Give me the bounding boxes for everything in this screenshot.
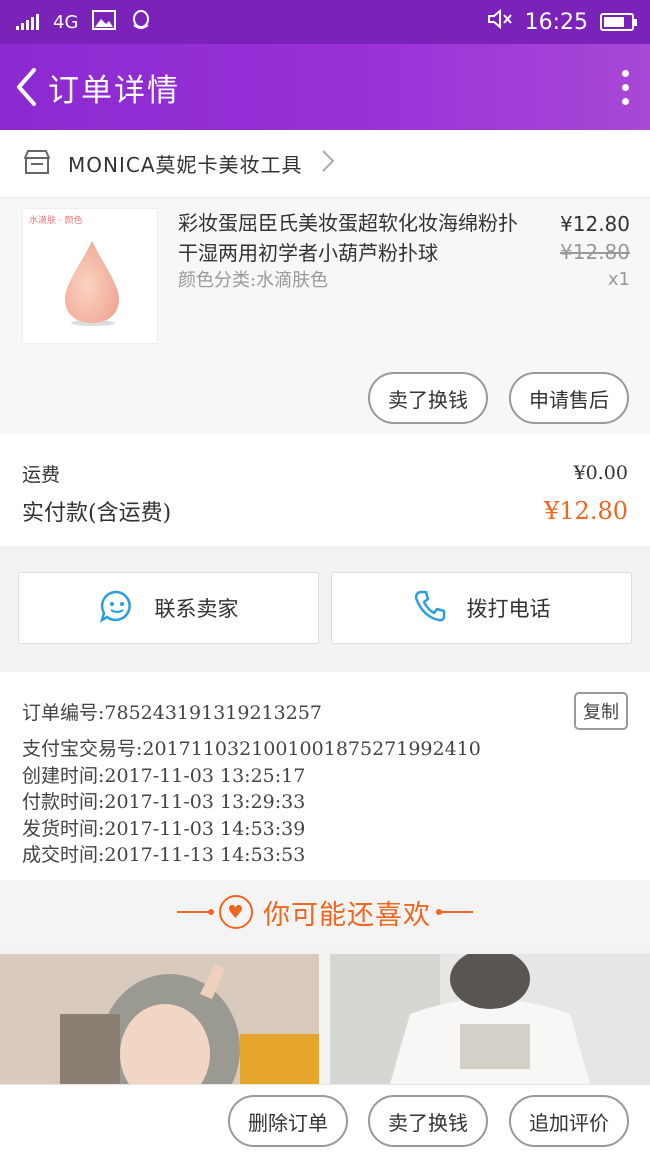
product-image-caption: 水滴肤 · 颜色 <box>29 216 83 226</box>
store-icon <box>22 149 52 179</box>
shipped-time: 发货时间:2017-11-03 14:53:39 <box>22 817 306 840</box>
recommend-header: ♥ 你可能还喜欢 <box>0 880 650 944</box>
network-type: 4G <box>53 11 79 33</box>
mute-icon <box>487 8 513 36</box>
phone-icon <box>413 589 447 628</box>
product-variant: 颜色分类:水滴肤色 <box>178 270 329 291</box>
more-menu-button[interactable] <box>600 44 650 130</box>
completed-time: 成交时间:2017-11-13 14:53:53 <box>22 844 306 866</box>
product-original-price: ¥12.80 <box>560 240 630 264</box>
recommend-grid <box>0 954 650 1084</box>
paid-time: 付款时间:2017-11-03 13:29:33 <box>22 791 306 813</box>
signal-icon <box>16 14 39 30</box>
resell-button[interactable]: 卖了换钱 <box>368 372 488 424</box>
order-number: 订单编号:785243191319213257 <box>22 702 322 724</box>
recommend-item-image[interactable] <box>0 954 319 1084</box>
add-review-button[interactable]: 追加评价 <box>509 1095 629 1147</box>
clock: 16:25 <box>524 9 588 35</box>
resell-bottom-button[interactable]: 卖了换钱 <box>368 1095 488 1147</box>
status-bar: 4G 16:25 <box>0 0 650 44</box>
recommend-title: 你可能还喜欢 <box>263 899 431 931</box>
image-icon <box>92 9 117 35</box>
page-title: 订单详情 <box>48 72 180 109</box>
product-image[interactable]: 水滴肤 · 颜色 <box>22 208 158 344</box>
contact-seller-label: 联系卖家 <box>154 597 239 621</box>
shipping-label: 运费 <box>22 463 61 486</box>
chat-icon <box>99 589 135 628</box>
call-phone-label: 拨打电话 <box>466 597 551 621</box>
shop-name: MONICA莫妮卡美妆工具 <box>68 153 303 177</box>
chevron-left-icon <box>17 68 36 106</box>
shipping-value: ¥0.00 <box>573 462 628 484</box>
fee-summary: 运费 ¥0.00 实付款(含运费) ¥12.80 <box>0 434 650 546</box>
recommend-item-image[interactable] <box>330 954 650 1084</box>
product-price-block: ¥12.80 ¥12.80 x1 <box>560 210 630 294</box>
makeup-sponge-image <box>65 241 119 326</box>
product-quantity: x1 <box>607 269 630 290</box>
contact-row: 联系卖家 拨打电话 <box>0 564 650 654</box>
product-card: 水滴肤 · 颜色 彩妆蛋屈臣氏美妆蛋超软化妆海绵粉扑干湿两用初学者小葫芦粉扑球 … <box>0 198 650 434</box>
product-title[interactable]: 彩妆蛋屈臣氏美妆蛋超软化妆海绵粉扑干湿两用初学者小葫芦粉扑球 <box>178 208 518 268</box>
heart-icon: ♥ <box>219 895 253 929</box>
battery-icon <box>600 13 637 31</box>
call-phone-button[interactable]: 拨打电话 <box>331 572 632 644</box>
created-time: 创建时间:2017-11-03 13:25:17 <box>22 764 306 787</box>
contact-seller-button[interactable]: 联系卖家 <box>18 572 319 644</box>
nav-bar: 订单详情 <box>0 44 650 130</box>
bottom-action-bar: 删除订单 卖了换钱 追加评价 <box>0 1084 650 1155</box>
order-info: 订单编号:785243191319213257 支付宝交易号:201711032… <box>0 672 650 880</box>
paid-label: 实付款(含运费) <box>22 501 172 526</box>
qq-icon <box>130 9 152 36</box>
alipay-trade-number: 支付宝交易号:2017110321001001875271992410 <box>22 738 481 760</box>
product-price: ¥12.80 <box>560 212 630 236</box>
back-button[interactable] <box>4 44 48 130</box>
shop-row[interactable]: MONICA莫妮卡美妆工具 <box>0 130 650 198</box>
copy-button[interactable]: 复制 <box>574 692 628 730</box>
after-sales-button[interactable]: 申请售后 <box>509 372 629 424</box>
chevron-right-icon <box>321 149 335 179</box>
delete-order-button[interactable]: 删除订单 <box>228 1095 348 1147</box>
paid-value: ¥12.80 <box>544 497 628 525</box>
